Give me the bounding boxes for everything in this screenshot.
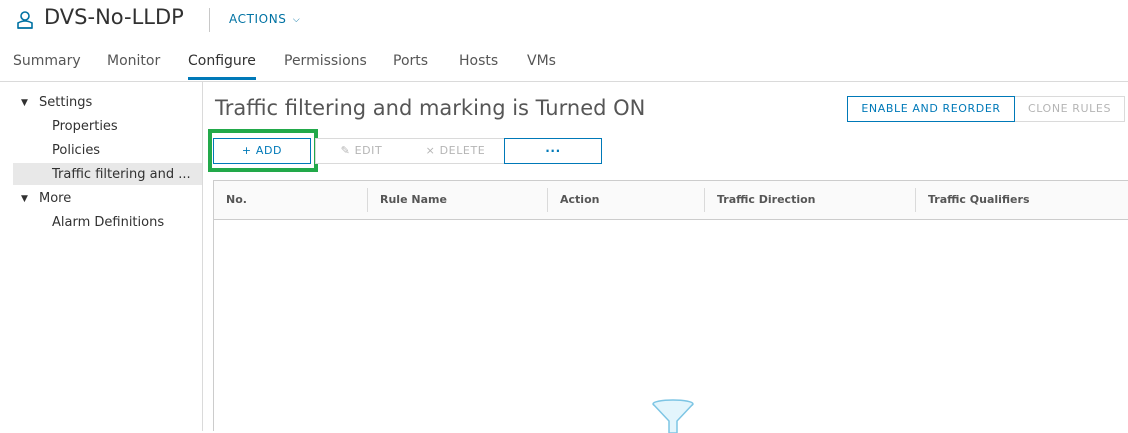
column-header-action[interactable]: Action (560, 193, 599, 206)
edit-label: EDIT (354, 144, 383, 157)
edit-rule-button[interactable]: ✎ EDIT (315, 138, 408, 164)
delete-label: DELETE (439, 144, 486, 157)
add-rule-button[interactable]: + ADD (213, 138, 311, 164)
tree-item-properties[interactable]: Properties (52, 119, 118, 134)
column-header-traffic-direction[interactable]: Traffic Direction (717, 193, 815, 206)
tab-configure[interactable]: Configure (188, 53, 256, 80)
tab-ports[interactable]: Ports (393, 53, 428, 69)
tree-group-settings[interactable]: Settings (39, 95, 92, 110)
column-resize-handle[interactable] (367, 188, 368, 212)
dvs-network-icon (17, 11, 33, 29)
tab-permissions[interactable]: Permissions (284, 53, 367, 69)
table-header: No. Rule Name Action Traffic Direction T… (214, 181, 1128, 220)
caret-down-icon[interactable]: ▼ (21, 194, 28, 204)
tree-item-alarm-definitions[interactable]: Alarm Definitions (52, 215, 164, 230)
column-resize-handle[interactable] (547, 188, 548, 212)
actions-menu-button[interactable]: ACTIONS ⌵ (229, 12, 300, 26)
chevron-down-icon: ⌵ (292, 15, 301, 25)
pencil-icon: ✎ (340, 144, 351, 157)
tree-group-more[interactable]: More (39, 191, 71, 206)
caret-down-icon[interactable]: ▼ (21, 98, 28, 108)
column-header-no[interactable]: No. (226, 193, 247, 206)
tree-item-traffic-filtering[interactable]: Traffic filtering and ... (52, 167, 191, 182)
column-resize-handle[interactable] (915, 188, 916, 212)
object-header: DVS-No-LLDP ACTIONS ⌵ (0, 0, 1128, 40)
tree-item-policies[interactable]: Policies (52, 143, 100, 158)
empty-filter-funnel-icon (652, 399, 694, 433)
tab-vms[interactable]: VMs (527, 53, 556, 69)
tab-summary[interactable]: Summary (13, 53, 81, 69)
tab-hosts[interactable]: Hosts (459, 53, 498, 69)
close-icon: × (425, 144, 436, 157)
column-header-traffic-qualifiers[interactable]: Traffic Qualifiers (928, 193, 1030, 206)
tab-bar: Summary Monitor Configure Permissions Po… (0, 45, 1128, 82)
more-actions-button[interactable]: ··· (504, 138, 602, 164)
column-resize-handle[interactable] (704, 188, 705, 212)
object-title: DVS-No-LLDP (44, 5, 184, 29)
enable-and-reorder-button[interactable]: ENABLE AND REORDER (847, 96, 1015, 122)
title-divider (209, 8, 210, 32)
column-header-rule-name[interactable]: Rule Name (380, 193, 447, 206)
rules-table: No. Rule Name Action Traffic Direction T… (213, 180, 1128, 433)
settings-tree: ▼ Settings Properties Policies Traffic f… (0, 82, 203, 431)
page-title: Traffic filtering and marking is Turned … (215, 96, 646, 120)
actions-label: ACTIONS (229, 12, 287, 26)
delete-rule-button[interactable]: × DELETE (407, 138, 505, 164)
tab-monitor[interactable]: Monitor (107, 53, 160, 69)
clone-rules-button[interactable]: CLONE RULES (1015, 96, 1125, 122)
